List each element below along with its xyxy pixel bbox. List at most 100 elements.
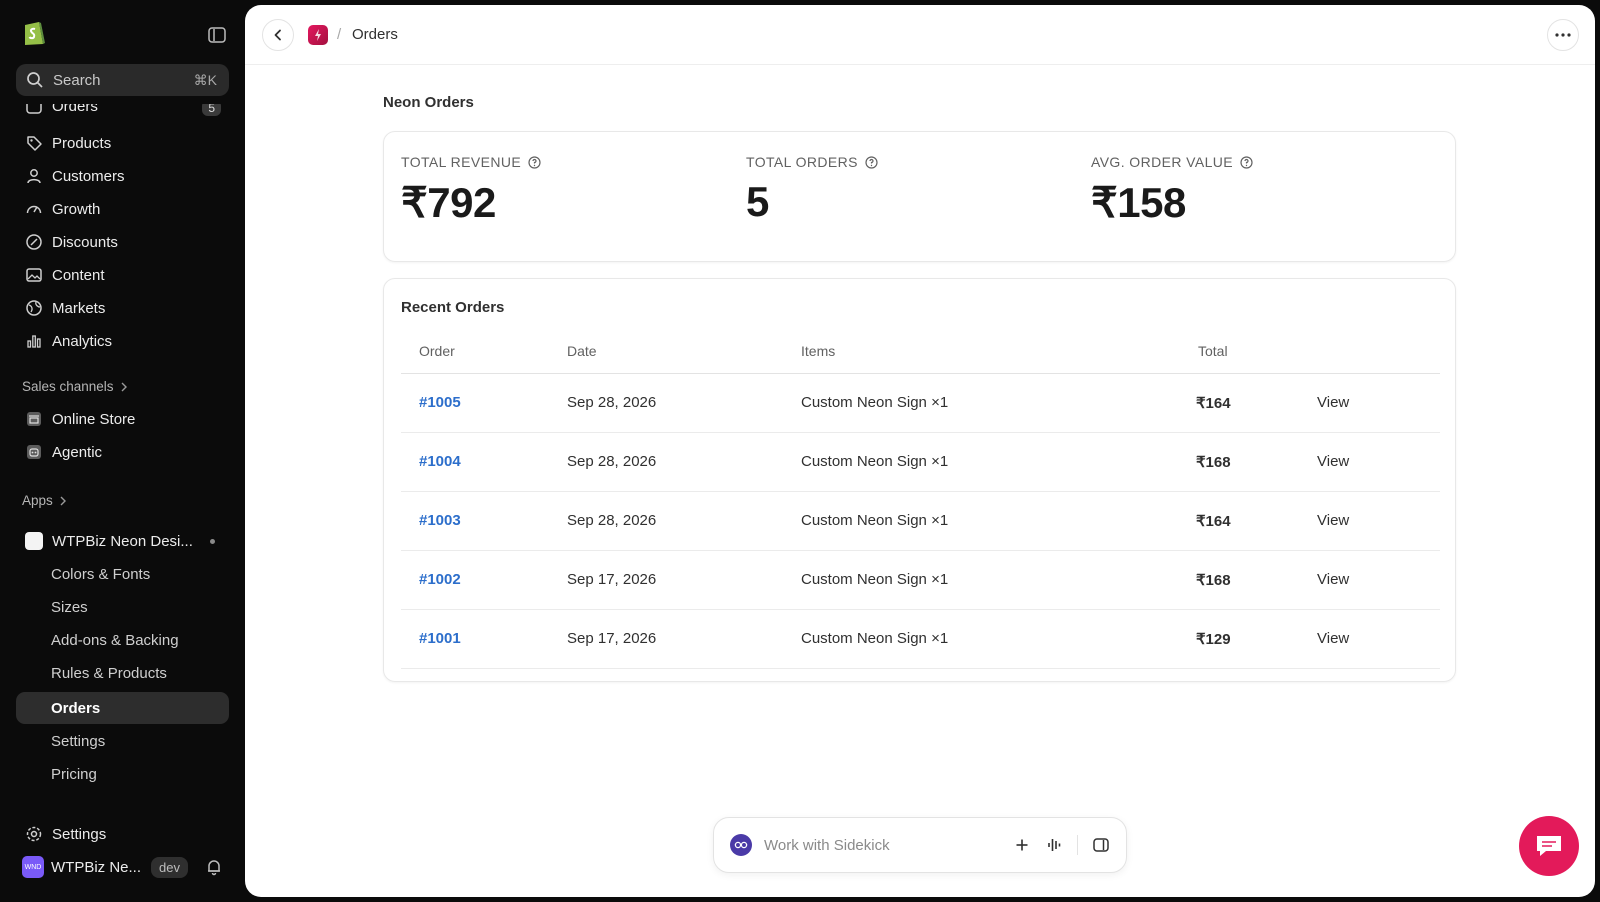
order-date: Sep 17, 2026 <box>567 571 657 588</box>
sidebar-toggle-icon[interactable] <box>208 27 226 43</box>
table-row[interactable]: #1002 Sep 17, 2026 Custom Neon Sign ×1 ₹… <box>401 551 1440 610</box>
order-date: Sep 28, 2026 <box>567 394 657 411</box>
app-subitem-addons-backing[interactable]: Add-ons & Backing <box>16 624 229 656</box>
stat-label: TOTAL ORDERS <box>746 154 858 170</box>
stat-value: ₹158 <box>1091 179 1186 226</box>
voice-waveform-icon[interactable] <box>1045 836 1063 854</box>
sidebar: Search ⌘K Orders 5 Products Customers Gr… <box>0 0 245 902</box>
back-button[interactable] <box>262 19 294 51</box>
table-row[interactable]: #1003 Sep 28, 2026 Custom Neon Sign ×1 ₹… <box>401 492 1440 551</box>
order-date: Sep 28, 2026 <box>567 512 657 529</box>
help-icon[interactable] <box>1240 155 1253 169</box>
globe-icon <box>25 299 43 317</box>
search-icon <box>26 71 44 89</box>
sidebar-item-settings[interactable]: Settings <box>16 818 229 850</box>
app-icon <box>25 532 43 550</box>
help-icon[interactable] <box>528 155 541 169</box>
help-icon[interactable] <box>865 155 878 169</box>
sidebar-item-content[interactable]: Content <box>16 259 229 291</box>
order-link[interactable]: #1001 <box>419 630 461 647</box>
sidebar-item-discounts[interactable]: Discounts <box>16 226 229 258</box>
sidebar-item-online-store[interactable]: Online Store <box>16 403 229 435</box>
order-total: ₹168 <box>1196 572 1231 589</box>
app-subitem-rules-products[interactable]: Rules & Products <box>16 657 229 689</box>
sidebar-item-label: Growth <box>52 200 101 218</box>
table-row[interactable]: #1001 Sep 17, 2026 Custom Neon Sign ×1 ₹… <box>401 610 1440 669</box>
bell-icon[interactable] <box>205 858 223 876</box>
order-link[interactable]: #1002 <box>419 571 461 588</box>
more-actions-button[interactable] <box>1547 19 1579 51</box>
sidebar-item-products[interactable]: Products <box>16 127 229 159</box>
order-items: Custom Neon Sign ×1 <box>801 630 949 647</box>
plus-icon[interactable] <box>1013 836 1031 854</box>
store-avatar: WND <box>22 856 44 878</box>
app-subitem-settings[interactable]: Settings <box>16 725 229 757</box>
sidekick-bar[interactable]: Work with Sidekick <box>713 817 1127 873</box>
view-order-button[interactable]: View <box>1317 630 1349 647</box>
sidekick-avatar-icon <box>730 834 752 856</box>
store-switcher[interactable]: WND WTPBiz Ne... dev <box>16 852 229 882</box>
panel-toggle-icon[interactable] <box>1092 836 1110 854</box>
chat-button[interactable] <box>1519 816 1579 876</box>
apps-label: Apps <box>22 493 53 508</box>
sidebar-item-label: Agentic <box>52 443 103 461</box>
subitem-label: Colors & Fonts <box>51 565 151 583</box>
column-header-order[interactable]: Order <box>419 343 455 359</box>
table-row[interactable]: #1004 Sep 28, 2026 Custom Neon Sign ×1 ₹… <box>401 433 1440 492</box>
order-items: Custom Neon Sign ×1 <box>801 512 949 529</box>
column-header-items[interactable]: Items <box>801 343 835 359</box>
view-order-button[interactable]: View <box>1317 453 1349 470</box>
table-header: Order Date Items Total <box>401 329 1440 374</box>
gauge-icon <box>25 200 43 218</box>
order-items: Custom Neon Sign ×1 <box>801 571 949 588</box>
order-link[interactable]: #1004 <box>419 453 461 470</box>
app-name: WTPBiz Neon Desi... <box>52 532 193 550</box>
subitem-label: Pricing <box>51 765 97 783</box>
sales-channels-label: Sales channels <box>22 379 114 394</box>
stat-value: 5 <box>746 178 769 225</box>
sidebar-item-analytics[interactable]: Analytics <box>16 325 229 357</box>
view-order-button[interactable]: View <box>1317 512 1349 529</box>
breadcrumb-separator: / <box>337 26 342 43</box>
robot-icon <box>25 443 43 461</box>
column-header-total[interactable]: Total <box>1198 343 1228 359</box>
app-subitem-sizes[interactable]: Sizes <box>16 591 229 623</box>
sidebar-item-growth[interactable]: Growth <box>16 193 229 225</box>
pin-dot-icon <box>210 539 215 544</box>
sidebar-item-label: Customers <box>52 167 125 185</box>
order-link[interactable]: #1005 <box>419 394 461 411</box>
stat-label: AVG. ORDER VALUE <box>1091 154 1234 170</box>
stat-total-revenue: TOTAL REVENUE ₹792 <box>401 154 541 227</box>
dev-badge: dev <box>151 856 188 878</box>
subitem-label: Orders <box>51 699 101 717</box>
app-logo-icon <box>308 25 328 45</box>
sidebar-item-customers[interactable]: Customers <box>16 160 229 192</box>
sidebar-item-orders[interactable]: Orders 5 <box>16 104 229 118</box>
search-input[interactable]: Search ⌘K <box>16 64 229 96</box>
chat-bubble-icon <box>1534 832 1564 860</box>
column-header-date[interactable]: Date <box>567 343 597 359</box>
card-title: Recent Orders <box>401 299 505 316</box>
order-total: ₹164 <box>1196 513 1231 530</box>
sidebar-item-markets[interactable]: Markets <box>16 292 229 324</box>
sidebar-app-wtpbiz[interactable]: WTPBiz Neon Desi... <box>16 525 229 557</box>
app-subitem-colors-fonts[interactable]: Colors & Fonts <box>16 558 229 590</box>
order-link[interactable]: #1003 <box>419 512 461 529</box>
app-subitem-pricing[interactable]: Pricing <box>16 758 229 790</box>
discount-icon <box>25 233 43 251</box>
chevron-left-icon <box>272 29 284 41</box>
order-date: Sep 28, 2026 <box>567 453 657 470</box>
apps-heading[interactable]: Apps <box>22 493 67 508</box>
sidebar-item-label: Discounts <box>52 233 118 251</box>
table-row[interactable]: #1005 Sep 28, 2026 Custom Neon Sign ×1 ₹… <box>401 374 1440 433</box>
search-shortcut: ⌘K <box>193 71 217 88</box>
sidekick-input[interactable]: Work with Sidekick <box>764 837 999 854</box>
order-date: Sep 17, 2026 <box>567 630 657 647</box>
sidebar-item-agentic[interactable]: Agentic <box>16 436 229 468</box>
subitem-label: Rules & Products <box>51 664 167 682</box>
sales-channels-heading[interactable]: Sales channels <box>22 379 128 394</box>
shopify-logo[interactable] <box>22 19 46 47</box>
view-order-button[interactable]: View <box>1317 394 1349 411</box>
app-subitem-orders[interactable]: Orders <box>16 692 229 724</box>
view-order-button[interactable]: View <box>1317 571 1349 588</box>
